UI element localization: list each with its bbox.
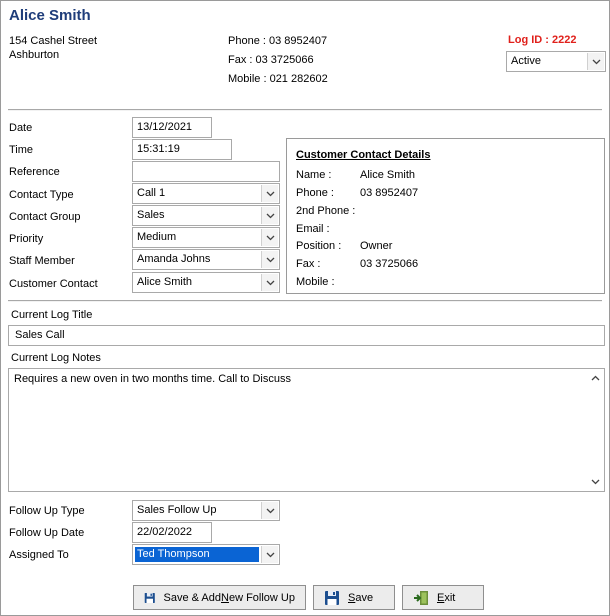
follow-up-log-window: Alice Smith 154 Cashel Street Ashburton …: [0, 0, 610, 616]
contact-type-label: Contact Type: [9, 189, 74, 201]
time-label: Time: [9, 144, 34, 156]
contact-fax-label: Fax :: [296, 258, 321, 270]
follow-up-date-value: 22/02/2022: [137, 526, 193, 538]
follow-up-type-label: Follow Up Type: [9, 505, 85, 517]
log-title-value: Sales Call: [15, 329, 65, 341]
priority-value: Medium: [137, 231, 177, 243]
mobile-text: Mobile : 021 282602: [228, 73, 328, 85]
log-id: Log ID : 2222: [508, 34, 577, 46]
assigned-to-label: Assigned To: [9, 549, 69, 561]
customer-contact-details-panel: Customer Contact Details Name : Alice Sm…: [286, 138, 605, 294]
exit-label-mnemonic: E: [437, 591, 445, 604]
follow-up-type-select[interactable]: Sales Follow Up: [132, 500, 280, 521]
contact-group-select[interactable]: Sales: [132, 205, 280, 226]
chevron-down-icon[interactable]: [261, 207, 278, 224]
log-notes-textarea[interactable]: Requires a new oven in two months time. …: [8, 368, 605, 492]
floppy-disk-icon: [144, 592, 155, 603]
contact-type-value: Call 1: [137, 187, 166, 199]
phone-text: Phone : 03 8952407: [228, 35, 328, 47]
status-select[interactable]: Active: [506, 51, 606, 72]
contact-mobile-label: Mobile :: [296, 276, 335, 288]
save-add-label-pre: Save & Add: [163, 591, 222, 604]
save-label-mnemonic: S: [348, 591, 356, 604]
reference-input[interactable]: [132, 161, 280, 182]
follow-up-date-label: Follow Up Date: [9, 527, 85, 539]
staff-member-label: Staff Member: [9, 255, 75, 267]
chevron-down-icon[interactable]: [261, 185, 278, 202]
fax-text: Fax : 03 3725066: [228, 54, 314, 66]
address-line-2: Ashburton: [9, 49, 60, 61]
log-title-label: Current Log Title: [11, 309, 93, 321]
time-input[interactable]: 15:31:19: [132, 139, 232, 160]
staff-member-value: Amanda Johns: [137, 253, 211, 265]
chevron-down-icon[interactable]: [261, 229, 278, 246]
contact-name-value: Alice Smith: [360, 169, 416, 181]
chevron-down-icon[interactable]: [261, 274, 278, 291]
priority-label: Priority: [9, 233, 44, 245]
log-notes-label: Current Log Notes: [11, 352, 101, 364]
contact-email-label: Email :: [296, 223, 330, 235]
save-button[interactable]: Save: [313, 585, 395, 610]
address-line-1: 154 Cashel Street: [9, 35, 98, 47]
assigned-to-select[interactable]: Ted Thompson: [132, 544, 280, 565]
staff-member-select[interactable]: Amanda Johns: [132, 249, 280, 270]
exit-button[interactable]: Exit: [402, 585, 484, 610]
contact-group-value: Sales: [137, 209, 165, 221]
save-label-post: ave: [355, 591, 374, 604]
contact-2nd-phone-label: 2nd Phone :: [296, 205, 356, 217]
log-title-input[interactable]: Sales Call: [8, 325, 605, 346]
customer-contact-label: Customer Contact: [9, 278, 98, 290]
save-add-label-mnemonic: N: [221, 591, 229, 604]
contact-name-label: Name :: [296, 169, 332, 181]
follow-up-date-picker[interactable]: 22/02/2022: [132, 522, 212, 543]
reference-label: Reference: [9, 166, 60, 178]
header-divider: [8, 109, 602, 111]
contact-details-title: Customer Contact Details: [296, 149, 431, 161]
contact-group-label: Contact Group: [9, 211, 81, 223]
exit-label-post: xit: [444, 591, 456, 604]
contact-phone-value: 03 8952407: [360, 187, 419, 199]
date-picker[interactable]: 13/12/2021: [132, 117, 212, 138]
contact-fax-value: 03 3725066: [360, 258, 419, 270]
priority-select[interactable]: Medium: [132, 227, 280, 248]
date-label: Date: [9, 122, 33, 134]
customer-contact-value: Alice Smith: [137, 276, 193, 288]
time-value: 15:31:19: [137, 143, 180, 155]
chevron-down-icon[interactable]: [587, 53, 604, 70]
follow-up-type-value: Sales Follow Up: [137, 504, 217, 516]
chevron-down-icon[interactable]: [261, 546, 278, 563]
save-add-label-post: ew Follow Up: [228, 591, 295, 604]
scroll-up-icon[interactable]: [591, 375, 600, 381]
save-and-add-new-follow-up-button[interactable]: Save & Add New Follow Up: [133, 585, 306, 610]
exit-door-icon: [414, 590, 428, 605]
status-value: Active: [511, 55, 541, 67]
contact-type-select[interactable]: Call 1: [132, 183, 280, 204]
log-notes-value: Requires a new oven in two months time. …: [14, 373, 291, 385]
assigned-to-value: Ted Thompson: [134, 546, 260, 563]
chevron-down-icon[interactable]: [261, 251, 278, 268]
floppy-disk-icon: [325, 590, 339, 605]
contact-position-value: Owner: [360, 240, 393, 252]
customer-name: Alice Smith: [9, 7, 91, 24]
contact-position-label: Position :: [296, 240, 342, 252]
date-value: 13/12/2021: [137, 121, 193, 133]
form-divider: [8, 300, 602, 302]
customer-contact-select[interactable]: Alice Smith: [132, 272, 280, 293]
scroll-down-icon[interactable]: [591, 479, 600, 485]
contact-phone-label: Phone :: [296, 187, 334, 199]
notes-scrollbar[interactable]: [587, 369, 604, 491]
chevron-down-icon[interactable]: [261, 502, 278, 519]
